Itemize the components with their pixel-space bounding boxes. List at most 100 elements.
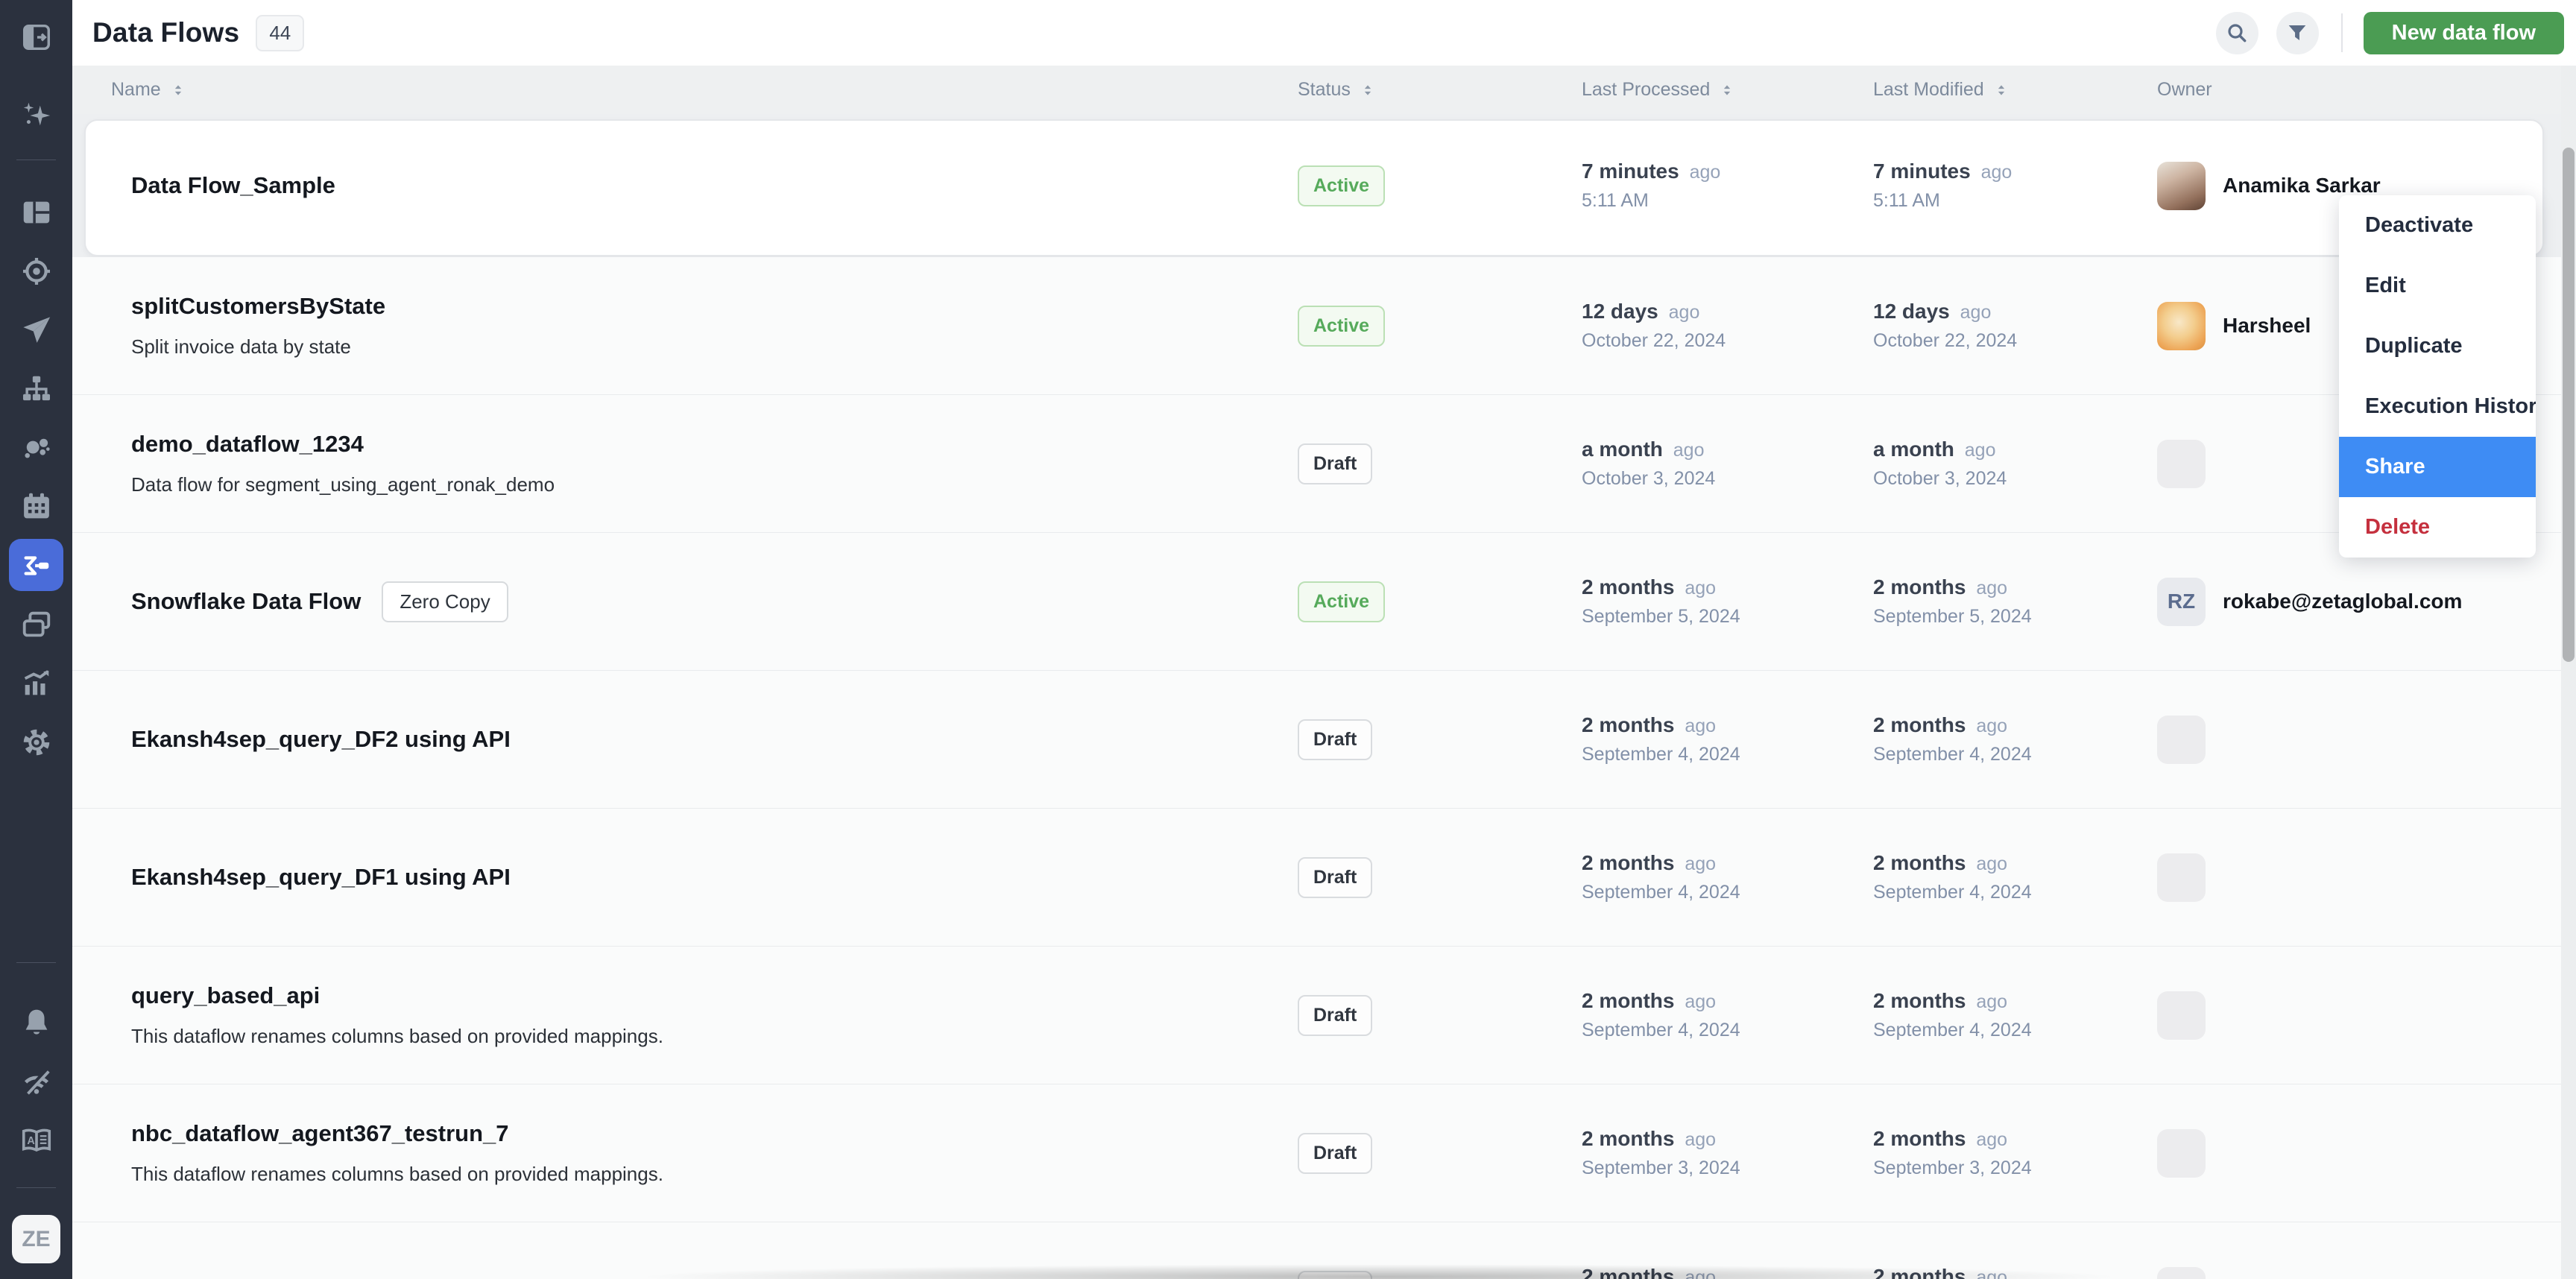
sidebar-item-notifications-bell[interactable] [0,993,72,1052]
dataflow-name[interactable]: Ekansh4sep_query_DF1 using API [131,864,511,891]
column-header-label: Name [111,79,161,101]
dataflow-row[interactable]: Data Flow_SampleActive7 minutes ago5:11 … [72,114,2576,257]
column-header-label: Last Processed [1582,79,1710,101]
sidebar-item-dashboard[interactable] [0,183,72,241]
relative-time: 7 minutes ago [1582,160,1720,183]
page-title: Data Flows [92,17,239,48]
status-cell: Draft [1298,809,1372,946]
menu-item-deactivate[interactable]: Deactivate [2339,195,2536,256]
search-button[interactable] [2216,12,2258,54]
sidebar-item-calendar[interactable] [0,477,72,536]
dataflow-name[interactable]: splitCustomersByState [131,293,385,320]
absolute-time: September 5, 2024 [1873,606,2032,628]
name-line: query_based_api [131,982,663,1009]
panel-toggle-icon [19,20,54,54]
absolute-time: September 4, 2024 [1582,882,1740,903]
menu-item-duplicate[interactable]: Duplicate [2339,316,2536,376]
absolute-time: September 4, 2024 [1873,744,2032,765]
owner-avatar [2157,302,2206,350]
relative-time-value: a month [1873,438,1954,461]
dataflow-name[interactable]: nbc_dataflow_agent367_testrun_7 [131,1120,509,1147]
relative-time-suffix: ago [1966,991,2007,1012]
last-modified-cell: 2 months agoSeptember 3, 2024 [1873,1084,2032,1222]
status-cell: Active [1298,114,1385,257]
user-avatar[interactable]: ZE [12,1215,60,1263]
dataflow-row[interactable]: Snowflake Data FlowZero CopyActive2 mont… [72,533,2576,671]
column-header-owner: Owner [2157,66,2212,114]
send-campaign-icon [19,313,54,347]
search-icon [2225,21,2249,45]
owner-cell [2157,671,2206,808]
dataflow-row[interactable]: query_based_apiThis dataflow renames col… [72,947,2576,1084]
dataflow-row[interactable]: Ekansh4sep_query_DF1 using API Draft 2 mon… [72,809,2576,947]
relative-time: 2 months ago [1873,989,2032,1013]
relative-time: 2 months ago [1582,989,1740,1013]
dataflow-name[interactable]: Data Flow_Sample [131,172,335,199]
dataflow-row[interactable]: nbc_dataflow_agent367_testrun_7 This data… [72,1084,2576,1222]
sidebar-item-segments-cluster[interactable] [0,418,72,477]
new-data-flow-button[interactable]: New data flow [2364,12,2564,54]
relative-time: a month ago [1582,438,1715,461]
sidebar-item-signal-status[interactable] [0,1052,72,1111]
relative-time-suffix: ago [1971,162,2012,183]
last-processed-cell: 12 days agoOctober 22, 2024 [1582,257,1726,394]
status-badge: Active [1298,306,1385,347]
sidebar-toggle-button[interactable] [0,7,72,66]
sidebar-item-analytics[interactable] [0,654,72,713]
relative-time-value: 2 months [1582,851,1674,874]
absolute-time: September 5, 2024 [1582,606,1740,628]
data-flows-page: AZE Data Flows 44 New data flow NameStat… [0,0,2576,1279]
menu-item-execution-history[interactable]: Execution History [2339,376,2536,437]
filter-button[interactable] [2276,12,2319,54]
relative-time: 7 minutes ago [1873,160,2012,183]
sidebar-item-knowledge-book[interactable]: A [0,1111,72,1169]
relative-time: 2 months ago [1582,1127,1740,1151]
vertical-scrollbar[interactable] [2561,66,2576,1279]
status-badge: Draft [1298,857,1372,898]
svg-text:A: A [27,1134,34,1146]
column-header-name[interactable]: Name [111,66,186,114]
audience-target-icon [19,254,54,288]
relative-time-value: 2 months [1582,575,1674,599]
owner-avatar [2157,716,2206,764]
calendar-icon [19,490,54,524]
sidebar-item-sparkles-ai[interactable] [0,86,72,145]
data-flows-table: Data Flow_SampleActive7 minutes ago5:11 … [72,114,2576,1279]
relative-time-value: 2 months [1582,1127,1674,1150]
notifications-bell-icon [19,1005,54,1040]
owner-cell [2157,1222,2206,1279]
sidebar-item-collections[interactable] [0,595,72,654]
sidebar-item-send-campaign[interactable] [0,300,72,359]
relative-time-suffix: ago [1950,302,1992,323]
dataflow-name[interactable]: Snowflake Data Flow [131,588,361,615]
sidebar-item-data-flows[interactable] [0,536,72,595]
dashboard-icon [19,195,54,230]
dataflow-row[interactable]: splitCustomersByStateSplit invoice data … [72,257,2576,395]
name-cell: Snowflake Data FlowZero Copy [131,533,508,670]
dataflow-description: This dataflow renames columns based on p… [131,1163,663,1186]
name-cell: nbc_dataflow_agent367_testrun_6 [131,1222,509,1279]
menu-item-delete[interactable]: Delete [2339,497,2536,558]
menu-item-share[interactable]: Share [2339,437,2536,497]
sidebar-item-hierarchy[interactable] [0,359,72,418]
sidebar-item-audience-target[interactable] [0,241,72,300]
column-header-last-processed[interactable]: Last Processed [1582,66,1735,114]
absolute-time: October 3, 2024 [1873,468,2007,490]
dataflow-name[interactable]: Ekansh4sep_query_DF2 using API [131,726,511,753]
column-header-status[interactable]: Status [1298,66,1376,114]
owner-cell [2157,1084,2206,1222]
sparkles-ai-icon [19,98,54,133]
filter-icon [2285,21,2309,45]
sidebar-item-settings-gear[interactable] [0,713,72,771]
dataflow-row[interactable]: demo_dataflow_1234Data flow for segment_… [72,395,2576,533]
dataflow-row[interactable]: Ekansh4sep_query_DF2 using APIDraft2 mon… [72,671,2576,809]
column-header-last-modified[interactable]: Last Modified [1873,66,2010,114]
scrollbar-thumb[interactable] [2563,148,2575,662]
sort-icon [170,82,186,98]
sort-icon [1993,82,2010,98]
dataflow-name[interactable]: query_based_api [131,982,320,1009]
relative-time: 2 months ago [1873,1127,2032,1151]
menu-item-edit[interactable]: Edit [2339,256,2536,316]
absolute-time: September 4, 2024 [1582,744,1740,765]
dataflow-name[interactable]: demo_dataflow_1234 [131,431,364,458]
